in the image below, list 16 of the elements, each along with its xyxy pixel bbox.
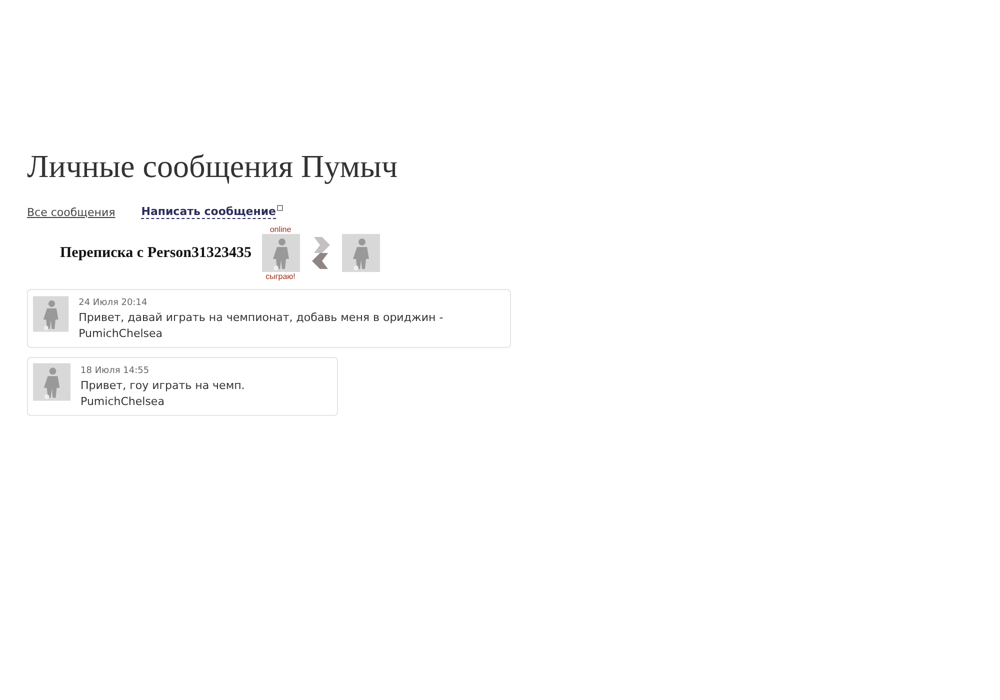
user-avatar-icon [342,234,380,272]
message-time: 18 Июля 14:55 [80,366,150,376]
message-text: Привет, давай играть на чемпионат, добавь меня в ориджин - PumichChelsea [78,310,444,342]
page-title: Личные сообщения Пумыч [27,148,399,185]
user-avatar-icon [262,234,300,272]
message-text: Привет, гоу играть на чемп. PumichChelsea [80,378,246,410]
conversation-heading: Переписка с Person31323435 [60,244,252,262]
avatar-icon [33,295,69,333]
avatar-icon [33,363,71,401]
nav-link[interactable]: Все сообщения [27,206,116,218]
nav-link[interactable]: Написать сообщение [141,205,276,219]
popup-icon [277,205,283,211]
exchange-arrows-icon [310,235,332,271]
play-label: сыграю! [266,272,296,281]
message-time: 24 Июля 20:14 [78,298,148,308]
online-status: online [270,225,292,234]
